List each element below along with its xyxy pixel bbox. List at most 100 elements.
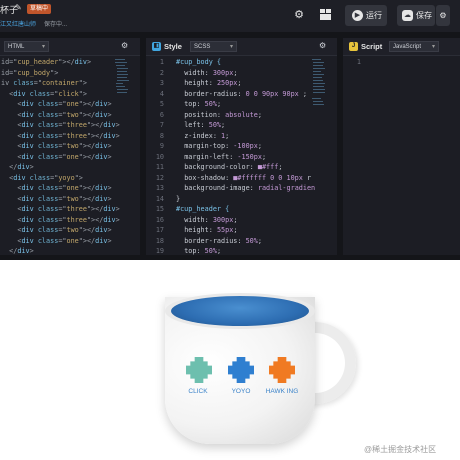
code-token: < — [1, 89, 14, 98]
code-token: div — [74, 58, 87, 66]
script-code[interactable] — [373, 57, 453, 247]
code-token: div — [21, 100, 34, 108]
code-line: height: 250px; — [176, 78, 315, 89]
code-token: 50% — [204, 100, 217, 108]
code-line: #cup_body { — [176, 57, 315, 68]
code-token: > — [107, 236, 112, 245]
code-token: ; — [261, 152, 267, 161]
save-options-button[interactable]: ⚙ — [436, 5, 450, 26]
code-token: =" — [33, 79, 42, 87]
code-token: 50% — [204, 247, 217, 255]
code-token: < — [1, 152, 22, 161]
code-line: </div> — [1, 246, 120, 255]
code-line: <div class="yoyo"> — [1, 173, 120, 184]
code-token: left: — [184, 121, 209, 129]
code-token: < — [1, 131, 22, 140]
code-token: < — [1, 173, 14, 182]
code-line: <div class="one"></div> — [1, 183, 120, 194]
style-code[interactable]: #cup_body { width: 300px; height: 250px;… — [176, 57, 315, 255]
html-settings-icon[interactable]: ⚙ — [121, 41, 128, 51]
code-token: "></ — [58, 58, 75, 66]
chevron-down-icon: ▾ — [41, 44, 45, 50]
code-token: div — [13, 89, 26, 98]
code-token: class — [37, 184, 59, 192]
code-token: > — [107, 110, 112, 119]
code-token: 50% — [245, 236, 258, 245]
layout-icon[interactable] — [319, 9, 331, 21]
code-line: box-shadow: ■#ffffff 0 0 10px r — [176, 173, 315, 184]
code-token: "></ — [78, 100, 96, 108]
gear-icon[interactable]: ⚙ — [293, 9, 305, 21]
code-token: three — [66, 205, 87, 213]
code-token: "></ — [86, 215, 104, 224]
html-minimap[interactable] — [115, 57, 129, 247]
code-line: z-index: 1; — [176, 131, 315, 142]
code-token: class — [29, 89, 51, 98]
code-token: class — [37, 100, 59, 108]
line-number: 9 — [159, 142, 164, 150]
code-line: </div> — [1, 162, 120, 173]
code-line: <div class="one"></div> — [1, 152, 120, 163]
script-language-select[interactable]: JavaScript ▾ — [389, 41, 439, 52]
run-button[interactable]: ▶ 运行 — [345, 5, 387, 26]
code-token: background-image: — [184, 184, 258, 192]
hawking-label: HAWK ING — [265, 388, 299, 395]
edit-title-icon[interactable]: ✎ — [15, 3, 22, 12]
style-minimap[interactable] — [312, 57, 326, 247]
line-number: 17 — [155, 226, 164, 234]
hawking-pixel-circle[interactable] — [269, 357, 295, 383]
save-button[interactable]: ☁ 保存 — [397, 5, 435, 26]
html-code[interactable]: id="cup_header"></div> id="cup_body"> iv c… — [1, 57, 120, 255]
code-token: div — [21, 236, 34, 245]
line-number: 14 — [155, 194, 164, 203]
code-token: < — [1, 184, 22, 192]
line-number: 2 — [159, 68, 164, 77]
code-line: <div class="two"></div> — [1, 110, 120, 121]
code-token: class — [37, 236, 59, 245]
code-token: > — [107, 152, 112, 161]
code-token: > — [29, 247, 34, 255]
code-token: div — [17, 247, 30, 255]
code-line: margin-top: -100px; — [176, 141, 315, 152]
yoyo-label: YOYO — [231, 388, 251, 395]
line-number: 16 — [155, 215, 164, 224]
code-line: <div class="one"></div> — [1, 236, 120, 247]
author-link[interactable]: 江又红唐山师 — [0, 19, 36, 28]
code-token: =" — [58, 110, 67, 119]
play-icon: ▶ — [352, 10, 363, 22]
code-token: "></ — [78, 226, 96, 234]
code-token: ; — [216, 247, 222, 255]
style-settings-icon[interactable]: ⚙ — [319, 41, 326, 51]
line-number: 8 — [159, 131, 164, 140]
code-token: =" — [58, 121, 67, 129]
code-token: =" — [58, 226, 67, 234]
cup-coffee — [171, 296, 309, 326]
code-line: position: absolute; — [176, 110, 315, 121]
html-pane-header: HTML ▾ ⚙ — [0, 38, 140, 56]
code-token: div — [21, 184, 34, 192]
chevron-down-icon: ▾ — [229, 44, 233, 50]
style-line-numbers: 123456789101112131415161718192021 — [146, 57, 164, 255]
code-token: div — [17, 163, 30, 171]
code-token: three — [66, 215, 87, 224]
code-token: < — [1, 215, 22, 224]
code-token: ■#fff — [257, 163, 279, 171]
code-token: =" — [58, 142, 67, 150]
click-pixel-circle[interactable] — [186, 357, 212, 383]
line-number: 13 — [155, 184, 164, 192]
code-token: class — [37, 152, 59, 161]
line-number: 6 — [159, 110, 164, 119]
style-language-select[interactable]: SCSS ▾ — [190, 41, 237, 52]
code-token: "></ — [86, 121, 104, 129]
script-pane-title: Script — [361, 42, 383, 51]
code-token: ; — [237, 79, 242, 87]
code-token: position: — [184, 110, 226, 119]
yoyo-pixel-circle[interactable] — [228, 357, 254, 383]
html-language-select[interactable]: HTML ▾ — [4, 41, 49, 52]
code-token: div — [21, 226, 34, 234]
code-token: width: — [184, 215, 213, 224]
cloud-upload-icon: ☁ — [402, 10, 413, 22]
code-line: background-color: ■#fff; — [176, 162, 315, 173]
